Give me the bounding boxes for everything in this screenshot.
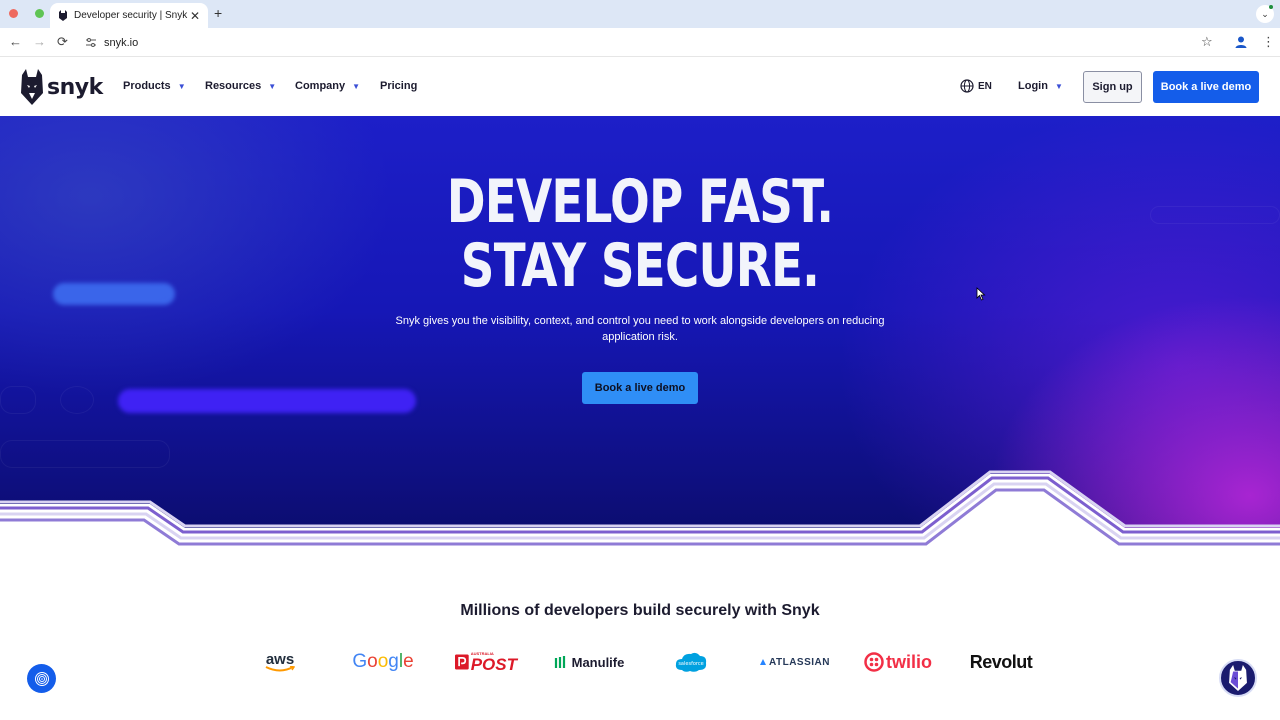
language-selector[interactable]: EN — [960, 79, 992, 93]
browser-toolbar: ← → ⟳ snyk.io ☆ ⋮ — [0, 28, 1280, 57]
auspost-text: POST — [470, 654, 517, 674]
twilio-text: twilio — [886, 651, 932, 672]
new-tab-button[interactable]: + — [214, 5, 222, 21]
nav-resources-label: Resources — [205, 80, 262, 92]
globe-icon — [960, 79, 974, 93]
nav-company[interactable]: Company ▼ — [295, 80, 360, 92]
nav-products-label: Products — [123, 80, 171, 92]
language-label: EN — [978, 80, 992, 92]
aws-logo: aws — [262, 650, 298, 674]
back-button[interactable]: ← — [9, 34, 22, 50]
nav-resources[interactable]: Resources ▼ — [205, 80, 276, 92]
snyk-logo[interactable]: snyk — [20, 69, 103, 105]
chevron-down-icon: ▼ — [177, 81, 186, 91]
revolut-text: Revolut — [969, 651, 1033, 672]
signup-button[interactable]: Sign up — [1083, 71, 1142, 103]
revolut-logo: Revolut — [965, 650, 1037, 674]
manulife-logo: Manulife — [553, 650, 625, 674]
decor-shape — [1150, 206, 1280, 224]
google-letter: g — [388, 651, 399, 672]
atlassian-logo: ATLASSIAN — [760, 650, 830, 674]
headline-line-2: STAY SECURE. — [460, 231, 820, 301]
australia-post-icon — [455, 654, 469, 670]
google-letter: e — [403, 651, 414, 672]
hero-headline: DEVELOP FAST. STAY SECURE. — [141, 170, 1139, 298]
bookmark-star-icon[interactable]: ☆ — [1201, 34, 1213, 50]
google-letter: o — [367, 651, 378, 672]
forward-button[interactable]: → — [33, 34, 46, 50]
browser-tabstrip: Developer security | Snyk ✕ + ⌄ — [0, 0, 1280, 28]
google-letter: G — [352, 651, 368, 672]
nav-company-label: Company — [295, 80, 346, 92]
reload-button[interactable]: ⟳ — [57, 34, 68, 50]
book-demo-nav-button[interactable]: Book a live demo — [1153, 71, 1259, 103]
customers-title: Millions of developers build securely wi… — [460, 602, 820, 619]
decor-shape — [60, 386, 94, 414]
salesforce-cloud-icon: salesforce — [675, 652, 707, 672]
hero-bottom-wave — [0, 470, 1280, 550]
address-bar[interactable]: snyk.io — [104, 37, 138, 49]
nav-login[interactable]: Login ▼ — [1018, 80, 1063, 92]
chevron-down-icon: ▼ — [352, 81, 361, 91]
manulife-text: Manulife — [571, 654, 625, 670]
decor-shape — [0, 386, 36, 414]
decor-pill — [118, 389, 416, 413]
twilio-logo: twilio — [863, 650, 933, 674]
snyk-doberman-icon — [1229, 665, 1247, 691]
chevron-down-icon: ▼ — [268, 81, 277, 91]
window-close-dot[interactable] — [9, 9, 18, 18]
snyk-doberman-icon — [21, 69, 43, 105]
hero-subtitle: Snyk gives you the visibility, context, … — [395, 315, 885, 343]
profile-avatar-icon[interactable] — [1234, 35, 1248, 49]
fingerprint-icon — [34, 671, 49, 686]
snyk-favicon-icon — [59, 10, 67, 21]
chat-assistant-button[interactable] — [1219, 659, 1257, 697]
logo-wordmark: snyk — [47, 74, 103, 100]
nav-products[interactable]: Products ▼ — [123, 80, 186, 92]
site-info-icon[interactable] — [86, 38, 96, 47]
australia-post-logo: AUSTRALIA POST — [455, 650, 517, 674]
browser-menu-icon[interactable]: ⋮ — [1262, 34, 1275, 50]
nav-pricing-label: Pricing — [380, 80, 418, 92]
manulife-icon — [554, 656, 565, 668]
headline-line-1: DEVELOP FAST. — [446, 167, 834, 237]
twilio-icon — [864, 652, 884, 672]
salesforce-text: salesforce — [678, 661, 703, 667]
tab-close-icon[interactable]: ✕ — [190, 10, 200, 22]
decor-shape — [0, 440, 170, 468]
tab-search-button[interactable]: ⌄ — [1256, 5, 1274, 23]
tab-title: Developer security | Snyk — [74, 10, 188, 21]
aws-logo-text: aws — [265, 650, 295, 668]
site-header: snyk Products ▼ Resources ▼ Company ▼ Pr… — [0, 58, 1280, 116]
google-logo: G o o g l e — [350, 650, 416, 674]
google-letter: o — [377, 651, 389, 672]
browser-tab[interactable]: Developer security | Snyk ✕ — [50, 3, 208, 28]
salesforce-logo: salesforce — [674, 650, 708, 674]
aws-smile-icon — [265, 665, 295, 671]
atlassian-text: ATLASSIAN — [769, 656, 830, 668]
fingerprint-privacy-button[interactable] — [27, 664, 56, 693]
book-demo-hero-button[interactable]: Book a live demo — [582, 372, 698, 404]
login-label: Login — [1018, 80, 1048, 92]
atlassian-icon — [760, 658, 767, 666]
nav-pricing[interactable]: Pricing — [380, 80, 417, 92]
hero-section: DEVELOP FAST. STAY SECURE. Snyk gives yo… — [0, 116, 1280, 550]
mouse-cursor-icon — [976, 287, 986, 301]
window-zoom-dot[interactable] — [35, 9, 44, 18]
chevron-down-icon: ▼ — [1054, 81, 1063, 91]
